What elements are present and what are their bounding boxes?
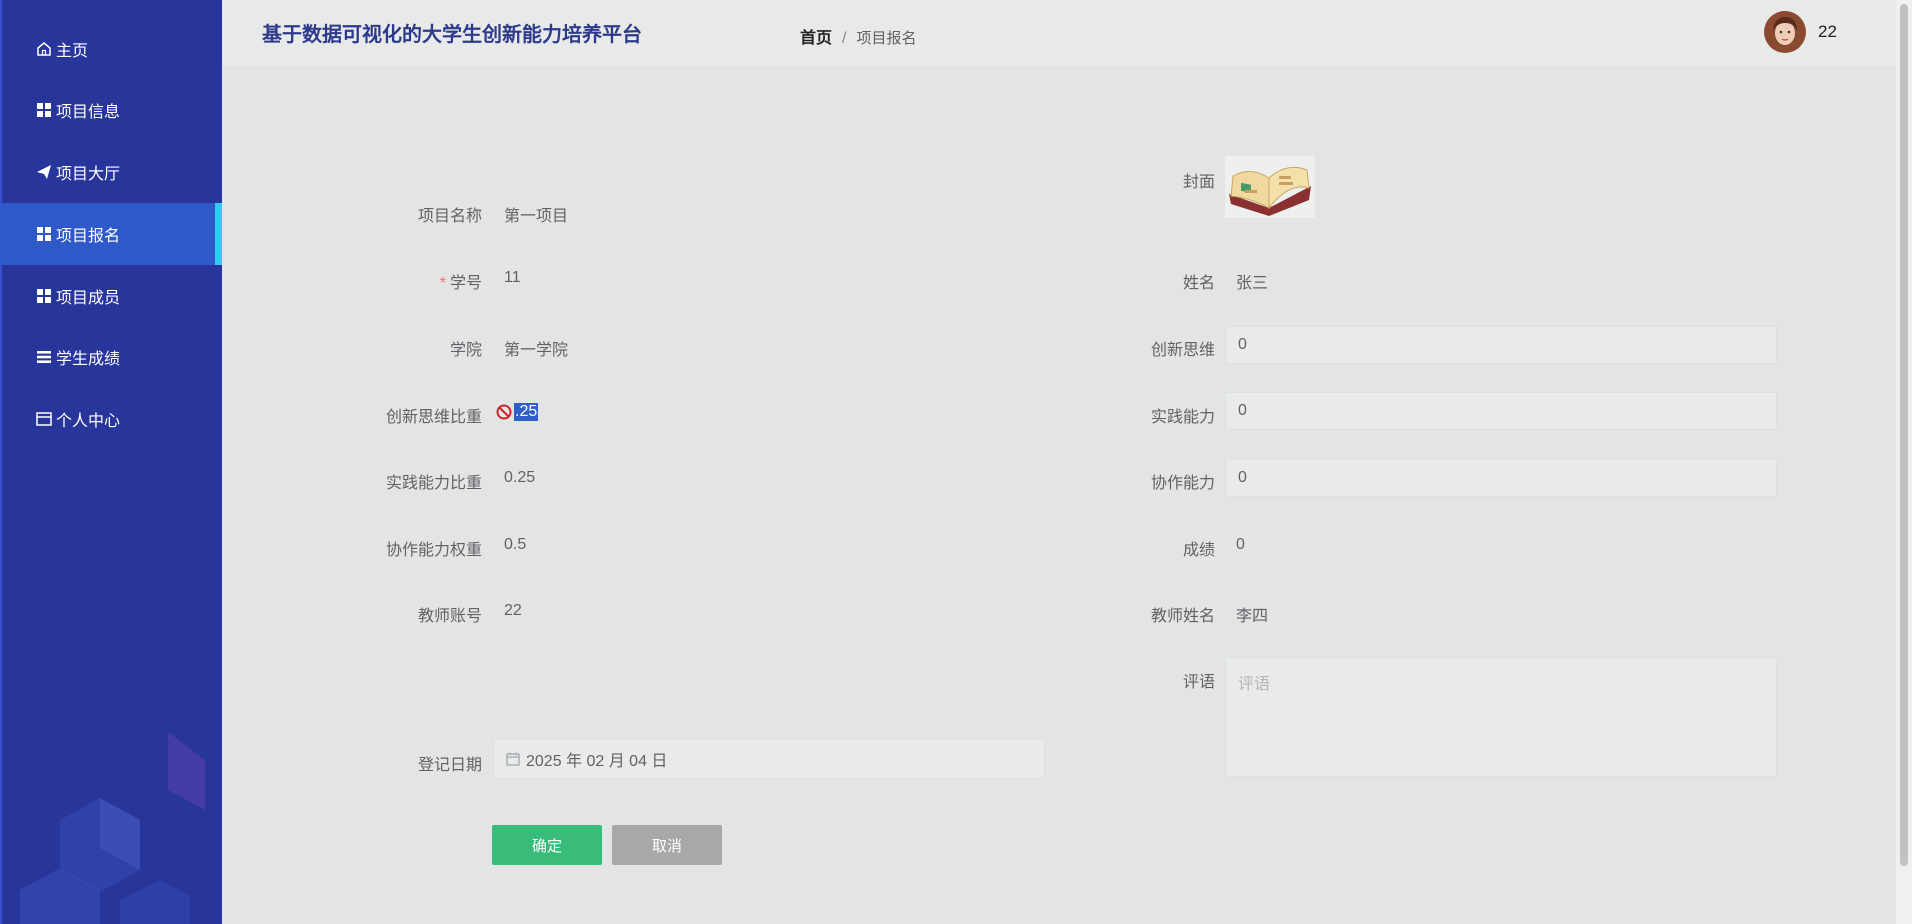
breadcrumb-home[interactable]: 首页 xyxy=(800,30,832,47)
page-title: 基于数据可视化的大学生创新能力培养平台 xyxy=(262,24,642,46)
practice-weight-value: 0.25 xyxy=(504,469,536,486)
comment-label: 评语 xyxy=(1182,674,1215,691)
practice-label: 实践能力 xyxy=(1150,409,1215,426)
scrollbar[interactable] xyxy=(1896,0,1912,924)
sidebar-item-label: 项目成员 xyxy=(56,290,121,307)
card-icon xyxy=(36,411,52,427)
score-value: 0 xyxy=(1236,536,1245,553)
practice-weight-label: 实践能力比重 xyxy=(385,475,482,492)
sidebar-item-project-info[interactable]: 项目信息 xyxy=(0,79,222,141)
sidebar-decoration xyxy=(20,732,205,924)
cancel-button[interactable]: 取消 xyxy=(612,825,722,865)
sidebar-item-label: 项目大厅 xyxy=(56,166,121,183)
sidebar-item-project-hall[interactable]: 项目大厅 xyxy=(0,141,222,203)
student-id-label-text: 学号 xyxy=(449,275,482,292)
send-icon xyxy=(36,164,52,180)
collaboration-weight-value: 0.5 xyxy=(504,536,527,553)
innovation-weight-value: .25 xyxy=(496,403,539,421)
innovation-weight-text: .25 xyxy=(514,403,539,421)
not-allowed-icon xyxy=(496,404,512,420)
teacher-account-value: 22 xyxy=(504,602,522,619)
list-icon xyxy=(36,349,52,365)
register-date-input[interactable]: 2025 年 02 月 04 日 xyxy=(493,739,1045,779)
avatar[interactable] xyxy=(1764,11,1806,53)
home-icon xyxy=(36,41,52,57)
cover-label: 封面 xyxy=(1182,174,1215,191)
book-image xyxy=(1229,166,1311,216)
name-value: 张三 xyxy=(1236,275,1269,292)
grid-icon xyxy=(36,288,52,304)
collaboration-label: 协作能力 xyxy=(1150,475,1215,492)
practice-input[interactable]: 0 xyxy=(1225,392,1777,430)
sidebar-item-label: 项目信息 xyxy=(56,104,121,121)
sidebar-item-personal-center[interactable]: 个人中心 xyxy=(0,388,222,450)
comment-textarea[interactable]: 评语 xyxy=(1225,657,1777,777)
breadcrumb-separator: / xyxy=(842,30,847,47)
sidebar-item-student-scores[interactable]: 学生成绩 xyxy=(0,326,222,388)
calendar-icon xyxy=(506,752,520,766)
college-label: 学院 xyxy=(449,342,482,359)
innovation-input[interactable]: 0 xyxy=(1225,326,1777,364)
project-name-value: 第一项目 xyxy=(504,208,569,225)
sidebar-item-label: 学生成绩 xyxy=(56,351,121,368)
sidebar-item-home[interactable]: 主页 xyxy=(0,18,222,80)
name-label: 姓名 xyxy=(1182,275,1215,292)
sidebar-item-project-signup[interactable]: 项目报名 xyxy=(0,203,222,265)
teacher-name-value: 李四 xyxy=(1236,608,1269,625)
user-name[interactable]: 22 xyxy=(1818,22,1837,42)
student-id-label: * 学号 xyxy=(322,269,482,293)
required-mark: * xyxy=(439,275,446,292)
collaboration-weight-label: 协作能力权重 xyxy=(385,542,482,559)
sidebar-item-project-members[interactable]: 项目成员 xyxy=(0,265,222,327)
student-id-value: 11 xyxy=(504,269,521,286)
header: 基于数据可视化的大学生创新能力培养平台 首页 / 项目报名 22 xyxy=(222,0,1896,66)
scrollbar-thumb[interactable] xyxy=(1900,4,1908,866)
confirm-button[interactable]: 确定 xyxy=(492,825,602,865)
sidebar: 主页 项目信息 项目大厅 项目报名 项目成员 学生成绩 个人中心 xyxy=(0,0,222,924)
grid-icon xyxy=(36,226,52,242)
innovation-weight-label: 创新思维比重 xyxy=(385,409,482,426)
cover-image[interactable] xyxy=(1225,156,1315,218)
breadcrumb: 首页 / 项目报名 xyxy=(800,24,916,48)
sidebar-item-label: 主页 xyxy=(56,43,89,60)
collaboration-input[interactable]: 0 xyxy=(1225,459,1777,497)
score-label: 成绩 xyxy=(1182,542,1215,559)
teacher-account-label: 教师账号 xyxy=(417,608,482,625)
register-date-label: 登记日期 xyxy=(417,757,482,774)
college-value: 第一学院 xyxy=(504,342,569,359)
sidebar-item-label: 项目报名 xyxy=(56,228,121,245)
register-date-value: 2025 年 02 月 04 日 xyxy=(526,753,668,770)
teacher-name-label: 教师姓名 xyxy=(1150,608,1215,625)
sidebar-item-label: 个人中心 xyxy=(56,413,121,430)
user-avatar-icon xyxy=(1764,11,1806,53)
grid-icon xyxy=(36,102,52,118)
innovation-label: 创新思维 xyxy=(1150,342,1215,359)
project-name-label: 项目名称 xyxy=(417,208,482,225)
breadcrumb-current: 项目报名 xyxy=(856,30,917,47)
